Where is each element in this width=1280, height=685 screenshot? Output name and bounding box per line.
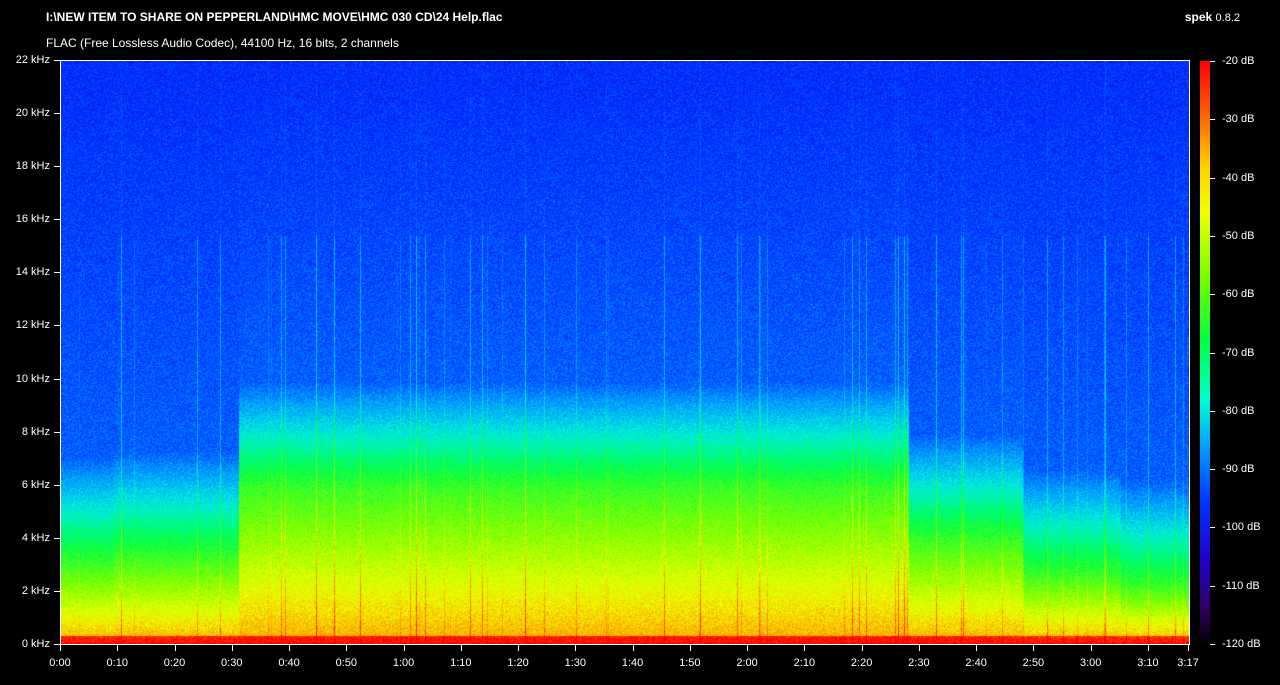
- time-tick: [1188, 645, 1189, 651]
- frequency-tick: [54, 378, 60, 380]
- spectrogram: [61, 61, 1189, 644]
- time-tick: [174, 645, 176, 651]
- db-label: -70 dB: [1222, 346, 1255, 359]
- db-label: -20 dB: [1222, 55, 1255, 67]
- db-tick: [1210, 294, 1215, 296]
- file-path-title: I:\NEW ITEM TO SHARE ON PEPPERLAND\HMC M…: [46, 10, 503, 24]
- db-tick: [1210, 61, 1215, 62]
- db-tick: [1210, 235, 1215, 237]
- frequency-label: 14 kHz: [15, 266, 50, 279]
- time-label: 2:40: [965, 657, 987, 669]
- db-tick: [1210, 119, 1215, 121]
- time-label: 2:50: [1022, 657, 1045, 669]
- time-label: 0:10: [106, 657, 128, 669]
- frequency-tick: [54, 219, 60, 221]
- frequency-tick: [54, 431, 60, 433]
- frequency-tick: [54, 166, 60, 168]
- time-tick: [918, 645, 920, 651]
- frequency-tick: [54, 537, 60, 539]
- format-info: FLAC (Free Lossless Audio Codec), 44100 …: [46, 36, 399, 50]
- time-tick: [403, 645, 405, 651]
- frequency-tick: [54, 325, 60, 327]
- frequency-label: 6 kHz: [21, 478, 50, 491]
- time-label: 0:40: [278, 657, 300, 669]
- time-label: 0:20: [163, 657, 186, 669]
- time-tick: [289, 645, 291, 651]
- app-brand: spek 0.8.2: [1185, 10, 1240, 24]
- time-tick: [1033, 645, 1035, 651]
- db-label: -90 dB: [1222, 463, 1255, 476]
- db-label: -100 dB: [1222, 521, 1261, 534]
- time-tick: [861, 645, 863, 651]
- frequency-tick: [54, 60, 60, 61]
- db-tick: [1210, 410, 1215, 412]
- frequency-tick: [54, 484, 60, 486]
- frequency-label: 18 kHz: [15, 160, 50, 173]
- time-label: 3:10: [1137, 657, 1159, 669]
- db-label: -60 dB: [1222, 288, 1255, 301]
- frequency-label: 16 kHz: [15, 213, 50, 226]
- frequency-label: 8 kHz: [21, 425, 50, 438]
- frequency-label: 10 kHz: [15, 372, 50, 385]
- time-label: 3:17: [1177, 657, 1199, 669]
- db-tick: [1210, 585, 1215, 587]
- time-label: 3:00: [1079, 657, 1102, 669]
- frequency-label: 20 kHz: [15, 107, 50, 120]
- time-label: 2:00: [736, 657, 758, 669]
- db-tick: [1210, 352, 1215, 354]
- time-label: 2:20: [850, 657, 873, 669]
- frequency-label: 2 kHz: [21, 584, 50, 597]
- time-tick: [1090, 645, 1092, 651]
- app-version: 0.8.2: [1215, 12, 1240, 24]
- time-tick: [117, 645, 119, 651]
- db-tick: [1210, 469, 1215, 471]
- time-label: 0:50: [335, 657, 357, 669]
- time-tick: [689, 645, 691, 651]
- db-tick: [1210, 177, 1215, 179]
- time-tick: [804, 645, 806, 651]
- app-name: spek: [1184, 10, 1213, 24]
- frequency-tick: [54, 272, 60, 274]
- db-label: -40 dB: [1222, 171, 1255, 184]
- time-label: 1:00: [392, 657, 415, 669]
- db-tick: [1210, 527, 1215, 529]
- db-label: -30 dB: [1222, 113, 1255, 126]
- time-label: 2:10: [793, 657, 816, 669]
- db-label: -110 dB: [1222, 579, 1260, 592]
- time-label: 1:20: [507, 657, 529, 669]
- time-tick: [518, 645, 520, 651]
- time-tick: [632, 645, 634, 651]
- frequency-label: 22 kHz: [15, 54, 50, 66]
- time-label: 0:30: [221, 657, 243, 669]
- frequency-label: 12 kHz: [15, 319, 50, 332]
- frequency-tick: [54, 590, 60, 592]
- time-label: 1:10: [450, 657, 472, 669]
- time-label: 1:40: [621, 657, 644, 669]
- db-label: -120 dB: [1222, 638, 1261, 650]
- time-tick: [976, 645, 978, 651]
- time-label: 1:50: [679, 657, 701, 669]
- time-tick: [575, 645, 577, 651]
- time-tick: [747, 645, 749, 651]
- time-label: 0:00: [49, 657, 71, 669]
- db-label: -80 dB: [1222, 404, 1255, 417]
- time-tick: [346, 645, 348, 651]
- db-color-scale: [1200, 61, 1210, 644]
- time-label: 2:30: [908, 657, 930, 669]
- time-tick: [1147, 645, 1149, 651]
- db-label: -50 dB: [1222, 229, 1255, 242]
- frequency-label: 4 kHz: [21, 531, 50, 544]
- time-tick: [60, 645, 61, 651]
- db-tick: [1210, 644, 1215, 645]
- time-tick: [460, 645, 462, 651]
- frequency-tick: [54, 113, 60, 115]
- time-label: 1:30: [564, 657, 587, 669]
- frequency-label: 0 kHz: [21, 638, 50, 650]
- time-tick: [231, 645, 233, 651]
